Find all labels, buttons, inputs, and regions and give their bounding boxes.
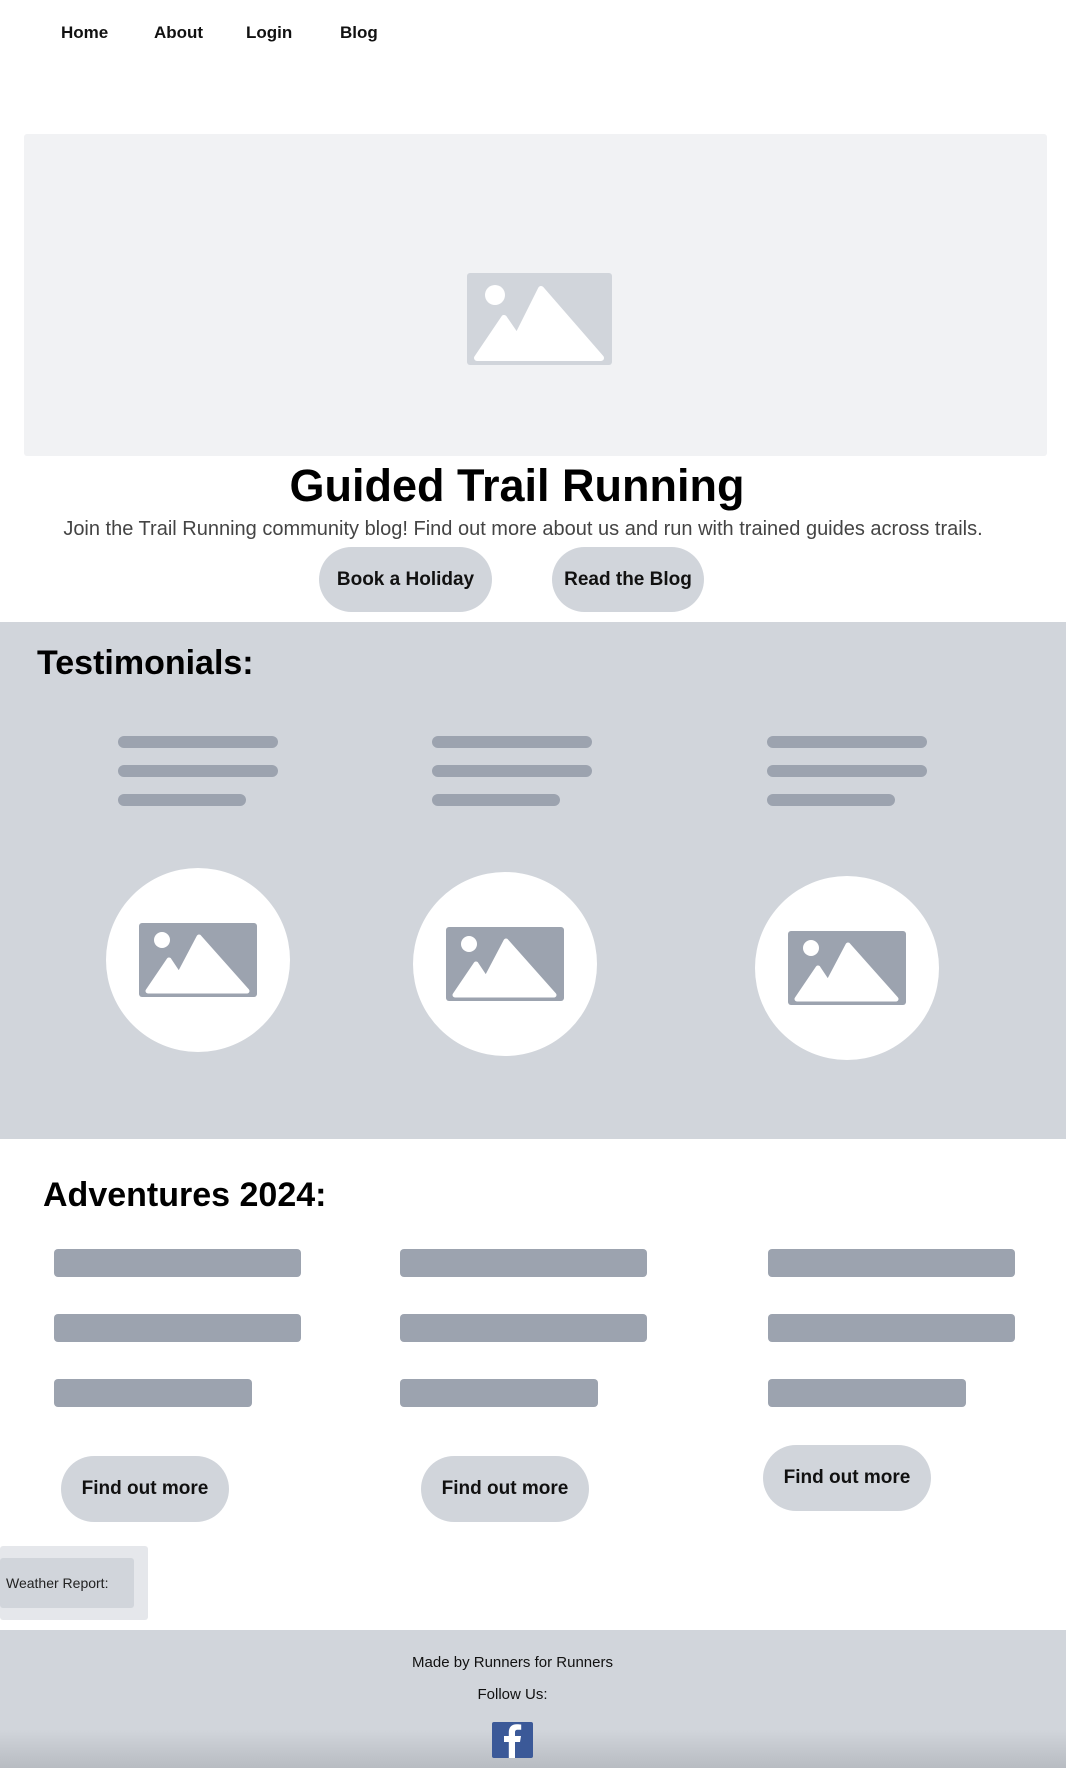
footer-follow-us: Follow Us: <box>477 1686 548 1703</box>
testimonial-text-line <box>767 765 927 777</box>
weather-report-label: Weather Report: <box>0 1558 134 1608</box>
adventure-text-line <box>400 1379 598 1407</box>
image-placeholder-icon <box>446 927 564 1001</box>
testimonials-section: Testimonials: <box>0 622 1066 1139</box>
book-holiday-button[interactable]: Book a Holiday <box>319 547 492 612</box>
image-placeholder-icon <box>467 273 612 365</box>
weather-widget: Weather Report: <box>0 1546 148 1620</box>
testimonial-text-line <box>118 736 278 748</box>
adventure-text-line <box>400 1249 647 1277</box>
adventures-title: Adventures 2024: <box>43 1176 327 1214</box>
find-out-more-button[interactable]: Find out more <box>763 1445 931 1511</box>
testimonials-title: Testimonials: <box>37 644 254 682</box>
testimonial-text-line <box>118 765 278 777</box>
nav-login[interactable]: Login <box>246 23 292 43</box>
find-out-more-button[interactable]: Find out more <box>61 1456 229 1522</box>
hero-banner <box>24 134 1047 456</box>
nav-about[interactable]: About <box>154 23 203 43</box>
hero-description: Join the Trail Running community blog! F… <box>63 518 983 540</box>
adventure-text-line <box>54 1314 301 1342</box>
image-placeholder-icon <box>139 923 257 997</box>
testimonial-text-line <box>432 765 592 777</box>
testimonial-text-line <box>432 794 560 806</box>
testimonial-text-line <box>432 736 592 748</box>
adventure-text-line <box>54 1379 252 1407</box>
nav-home[interactable]: Home <box>61 23 108 43</box>
testimonial-avatar <box>755 876 939 1060</box>
facebook-icon[interactable] <box>492 1722 533 1758</box>
adventure-text-line <box>54 1249 301 1277</box>
testimonial-avatar <box>413 872 597 1056</box>
testimonial-avatar <box>106 868 290 1052</box>
find-out-more-button[interactable]: Find out more <box>421 1456 589 1522</box>
adventure-text-line <box>768 1379 966 1407</box>
read-blog-button[interactable]: Read the Blog <box>552 547 704 612</box>
image-placeholder-icon <box>788 931 906 1005</box>
testimonial-text-line <box>118 794 246 806</box>
adventure-text-line <box>400 1314 647 1342</box>
hero-title: Guided Trail Running <box>289 460 745 511</box>
adventure-text-line <box>768 1314 1015 1342</box>
adventure-text-line <box>768 1249 1015 1277</box>
footer-made-by: Made by Runners for Runners <box>412 1654 613 1671</box>
nav-blog[interactable]: Blog <box>340 23 378 43</box>
testimonial-text-line <box>767 794 895 806</box>
testimonial-text-line <box>767 736 927 748</box>
footer: Made by Runners for Runners Follow Us: <box>0 1630 1066 1768</box>
